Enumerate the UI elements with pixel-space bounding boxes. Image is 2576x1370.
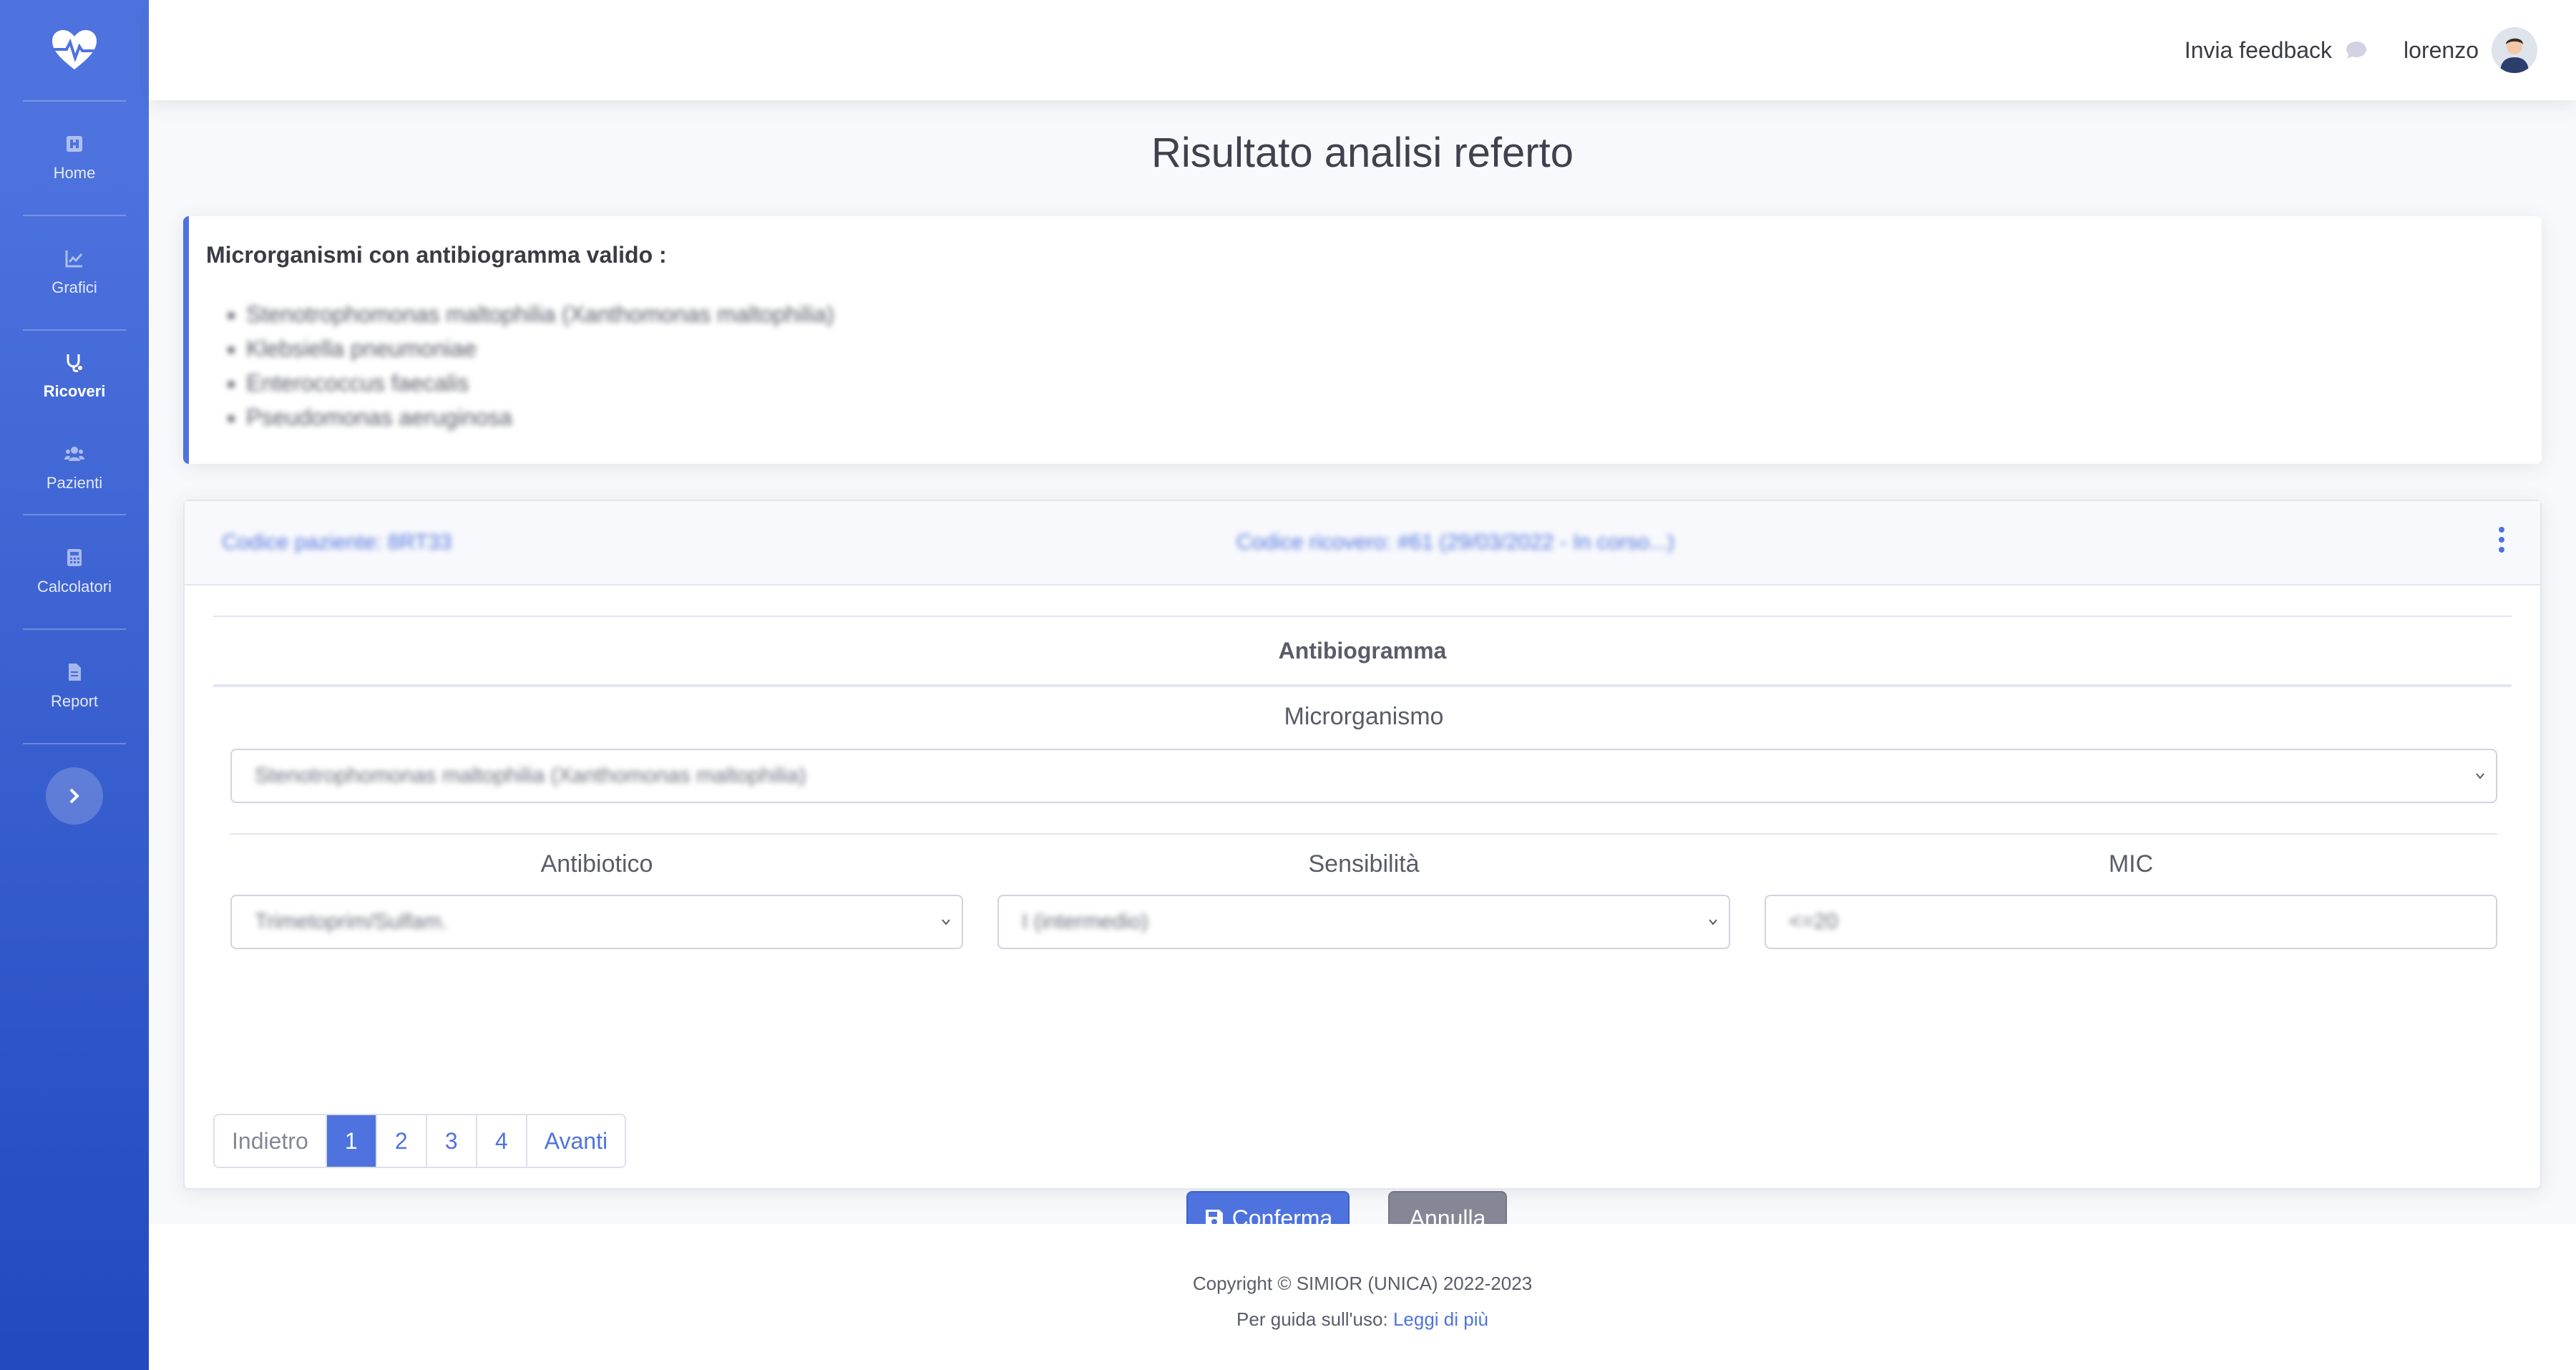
antibiogram-card: Codice paziente: 8RT33 Codice ricovero: … — [183, 500, 2542, 1245]
mic-value: <=20 — [1789, 910, 1838, 933]
chevron-right-icon — [69, 788, 79, 804]
sidebar-item-label: Grafici — [52, 278, 97, 296]
pagination-page-2[interactable]: 2 — [375, 1115, 426, 1167]
home-icon — [67, 136, 82, 152]
microorganism-list: Stenotrophomonas maltophilia (Xanthomona… — [246, 297, 2524, 434]
pagination-page-1[interactable]: 1 — [325, 1115, 376, 1167]
admission-code-link[interactable]: Codice ricovero: #61 (29/03/2022 - In co… — [1236, 530, 1674, 555]
sidebar-item-label: Report — [50, 692, 99, 710]
sensitivity-select[interactable]: I (intermedio) — [997, 895, 1730, 949]
antibiotic-value: Trimetoprim/Sulfam. — [255, 910, 447, 933]
page-title: Risultato analisi referto — [1151, 130, 1574, 176]
sidebar-item-calcolatori[interactable]: Calcolatori — [0, 515, 149, 628]
pagination: Indietro 1 2 3 4 Avanti — [213, 1114, 627, 1168]
section-title: Antibiogramma — [213, 616, 2512, 687]
sidebar-item-pazienti[interactable]: Pazienti — [0, 422, 149, 514]
mic-input[interactable]: <=20 — [1765, 895, 2497, 949]
sidebar-item-grafici[interactable]: Grafici — [0, 216, 149, 329]
sensitivity-label: Sensibilità — [1308, 850, 1420, 878]
chevron-down-icon — [942, 919, 950, 926]
stethoscope-icon — [67, 354, 82, 372]
footer: Copyright © SIMIOR (UNICA) 2022-2023 Per… — [149, 1224, 2576, 1370]
mic-label: MIC — [2108, 850, 2154, 878]
sidebar-item-label: Calcolatori — [37, 578, 112, 596]
sidebar-toggle-button[interactable] — [46, 767, 103, 825]
antibiotic-label: Antibiotico — [540, 850, 653, 878]
antibiotic-select[interactable]: Trimetoprim/Sulfam. — [230, 895, 963, 949]
microorganism-select[interactable]: Stenotrophomonas maltophilia (Xanthomona… — [230, 749, 2497, 803]
pagination-next[interactable]: Avanti — [525, 1115, 625, 1167]
user-avatar-icon — [2492, 27, 2537, 73]
topbar: Invia feedback lorenzo — [149, 0, 2576, 100]
chevron-down-icon — [2476, 773, 2484, 779]
sidebar: Home Grafici Ricoveri Pazienti Calcolato… — [0, 0, 149, 1370]
sidebar-divider — [23, 743, 126, 744]
chevron-down-icon — [1709, 919, 1717, 926]
user-menu[interactable]: lorenzo — [2404, 27, 2537, 73]
list-item: Pseudomonas aeruginosa — [246, 400, 2524, 434]
guide-line: Per guida sull'uso: Leggi di più — [149, 1301, 2576, 1337]
alert-title: Microrganismi con antibiogramma valido : — [206, 242, 667, 268]
feedback-link[interactable]: Invia feedback — [2185, 37, 2368, 64]
sidebar-item-label: Pazienti — [46, 474, 103, 492]
guide-prefix: Per guida sull'uso: — [1236, 1308, 1388, 1330]
sidebar-item-label: Ricoveri — [43, 382, 106, 400]
calculator-icon — [67, 549, 82, 566]
more-options-icon[interactable] — [2497, 527, 2506, 555]
chart-icon — [65, 251, 83, 268]
list-item: Klebsiella pneumoniae — [246, 331, 2524, 366]
heartbeat-logo-icon — [52, 30, 97, 69]
sensitivity-value: I (intermedio) — [1022, 910, 1148, 933]
patient-code-link[interactable]: Codice paziente: 8RT33 — [222, 530, 452, 555]
sidebar-item-ricoveri[interactable]: Ricoveri — [0, 331, 149, 422]
guide-link[interactable]: Leggi di più — [1393, 1308, 1488, 1330]
avatar — [2492, 27, 2537, 73]
microorganism-value: Stenotrophomonas maltophilia (Xanthomona… — [255, 764, 806, 787]
form-divider — [230, 833, 2497, 835]
card-header: Codice paziente: 8RT33 Codice ricovero: … — [185, 501, 2540, 586]
comment-icon — [2346, 42, 2367, 59]
file-icon — [69, 664, 81, 681]
brand-logo[interactable] — [0, 0, 149, 100]
list-item: Stenotrophomonas maltophilia (Xanthomona… — [246, 297, 2524, 331]
sidebar-item-label: Home — [53, 164, 96, 182]
list-item: Enterococcus faecalis — [246, 366, 2524, 400]
sidebar-item-home[interactable]: Home — [0, 102, 149, 215]
pagination-page-4[interactable]: 4 — [475, 1115, 526, 1167]
feedback-label: Invia feedback — [2184, 37, 2333, 63]
users-icon — [64, 447, 84, 461]
pagination-prev[interactable]: Indietro — [215, 1115, 326, 1167]
username: lorenzo — [2404, 37, 2479, 63]
microorganism-label: Microrganismo — [1284, 703, 1444, 730]
sidebar-item-report[interactable]: Report — [0, 630, 149, 743]
pagination-page-3[interactable]: 3 — [425, 1115, 476, 1167]
copyright-text: Copyright © SIMIOR (UNICA) 2022-2023 — [1192, 1273, 1533, 1294]
valid-microorganisms-alert: Microrganismi con antibiogramma valido :… — [183, 216, 2542, 464]
